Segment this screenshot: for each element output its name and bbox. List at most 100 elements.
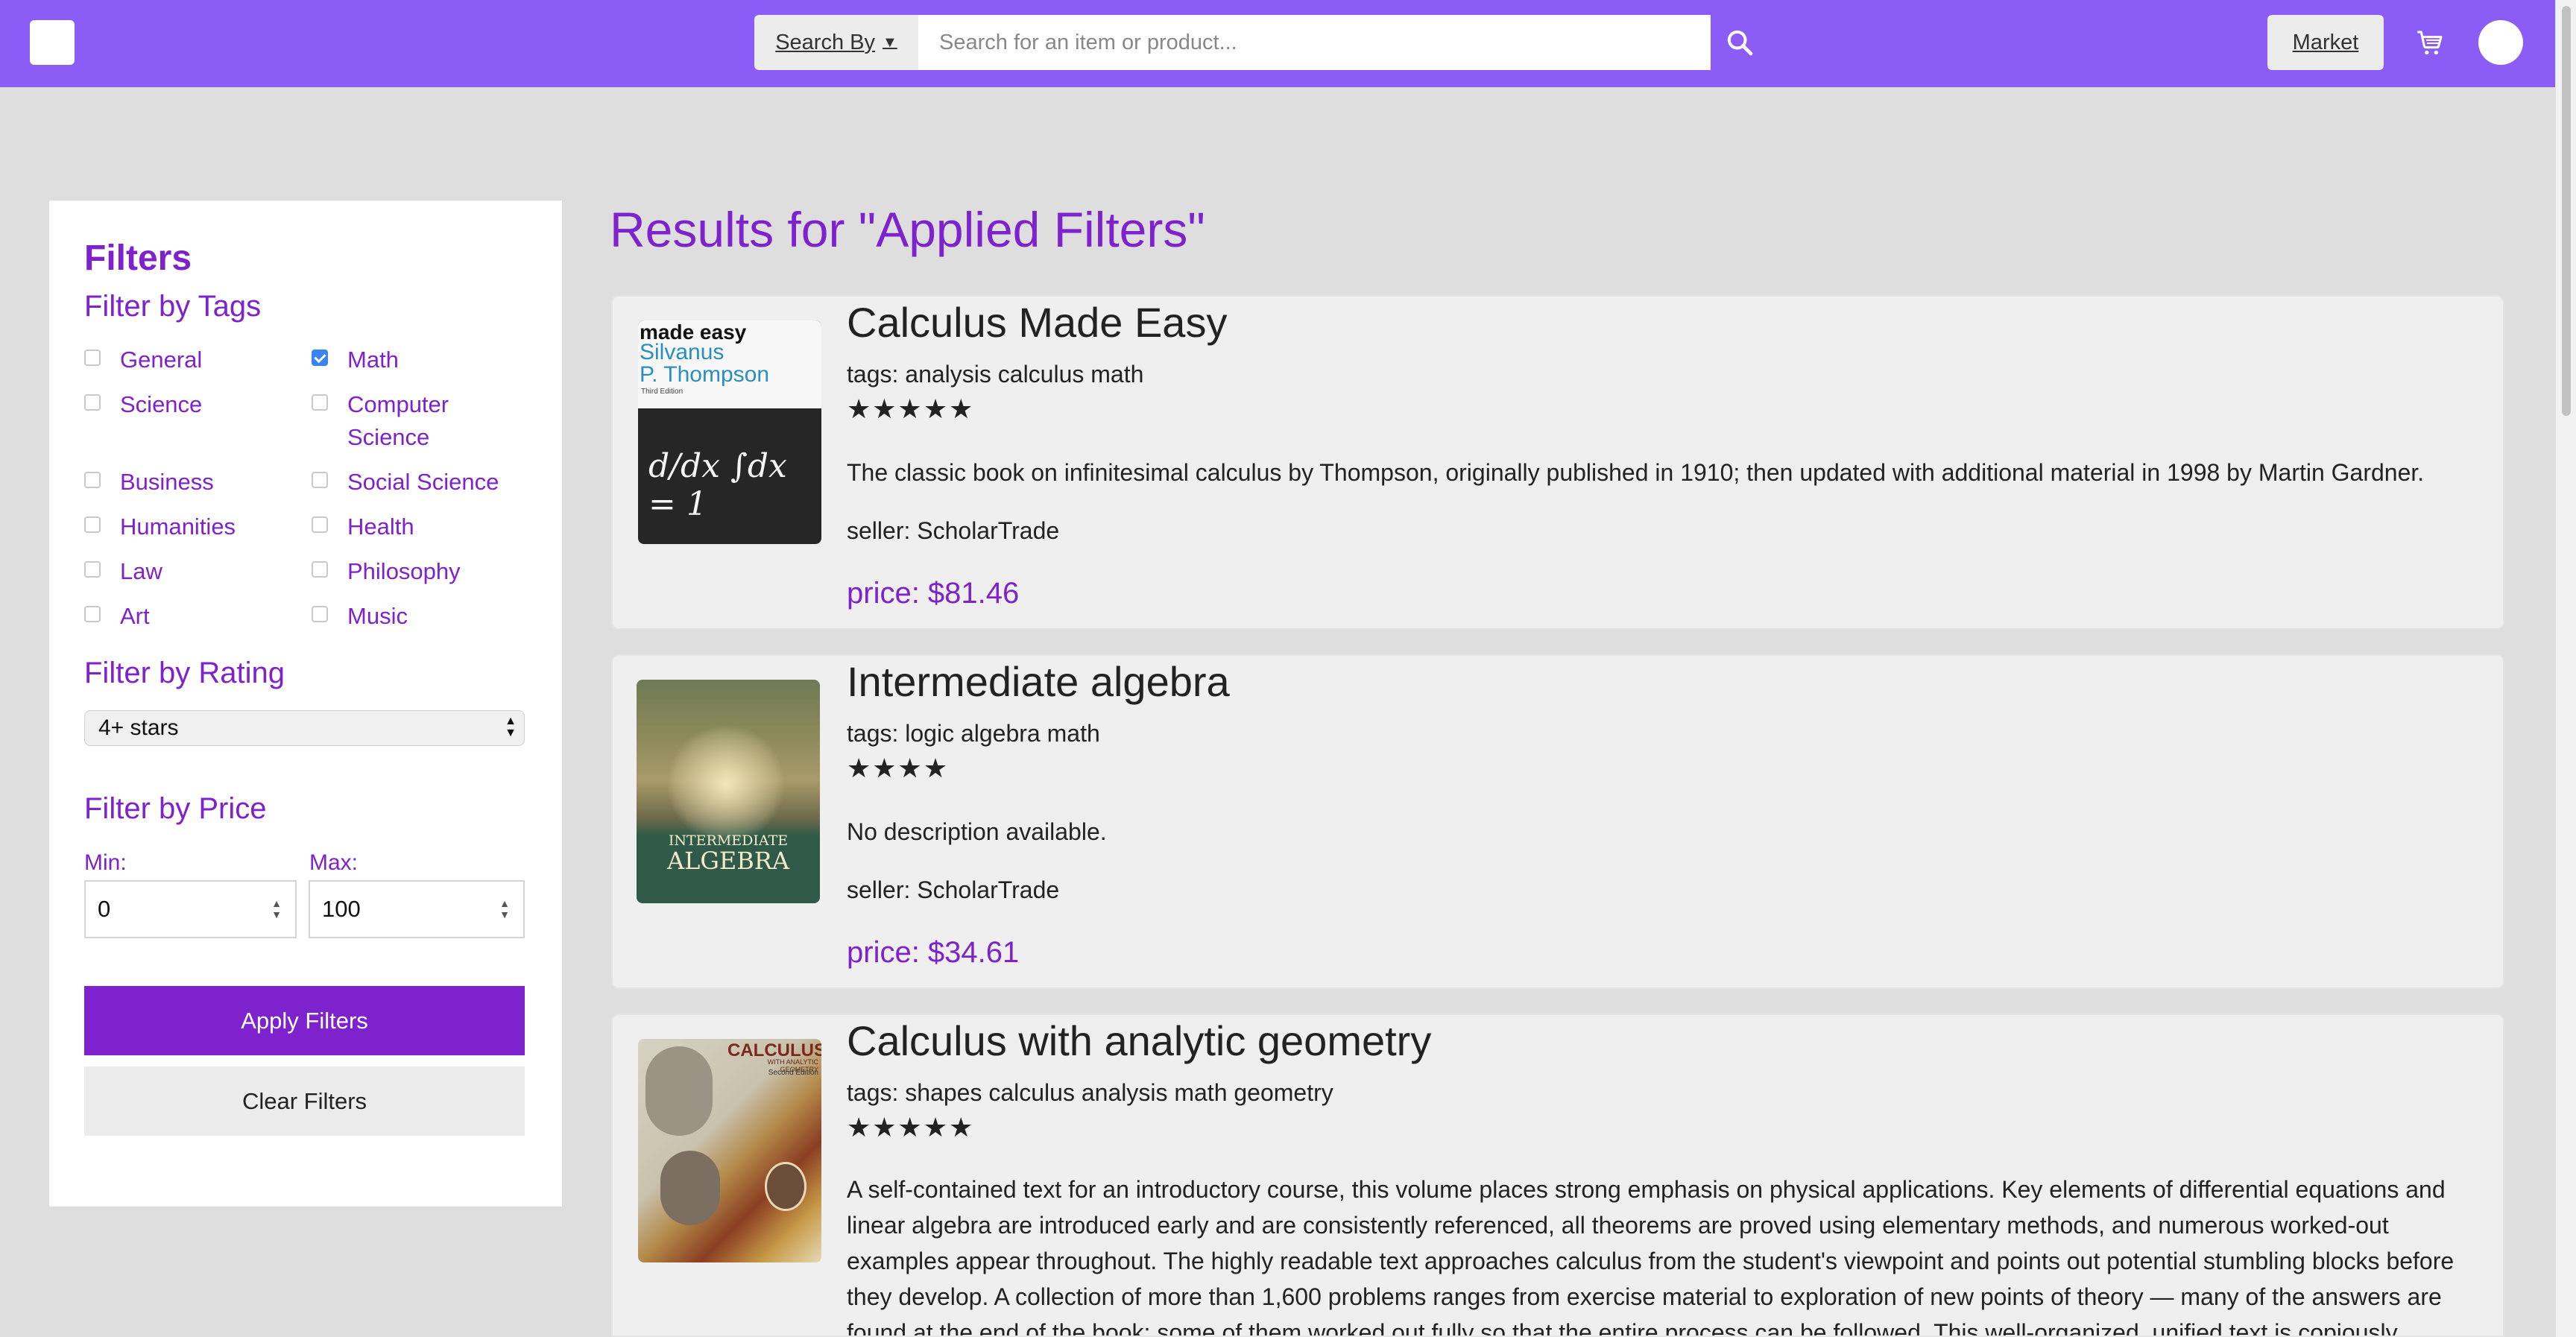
tag-social-science-checkbox[interactable]: [312, 472, 328, 488]
tag-label: Art: [120, 603, 150, 629]
tag-science-checkbox[interactable]: [84, 394, 101, 411]
max-price-value: 100: [322, 896, 361, 922]
filter-by-price-heading: Filter by Price: [84, 792, 267, 825]
product-seller: seller: ScholarTrade: [847, 517, 1060, 544]
book-cover-image[interactable]: made easy Silvanus P. Thompson Third Edi…: [638, 320, 821, 544]
results-heading: Results for "Applied Filters": [610, 202, 1205, 257]
product-tags: tags: shapes calculus analysis math geom…: [847, 1079, 1333, 1106]
search-by-dropdown[interactable]: Search By ▼: [754, 15, 918, 70]
tag-health[interactable]: Health: [312, 511, 414, 543]
cover-text: P. Thompson: [640, 362, 770, 387]
tag-label: Math: [347, 347, 399, 373]
tag-label: Music: [347, 603, 408, 629]
rating-select[interactable]: 4+ stars ▲ ▼: [84, 710, 525, 746]
rating-stars: ★★★★★: [847, 1112, 975, 1142]
user-avatar[interactable]: [2478, 20, 2523, 65]
product-tags: tags: logic algebra math: [847, 720, 1100, 747]
tag-music-checkbox[interactable]: [312, 606, 328, 622]
app-logo[interactable]: [30, 20, 75, 65]
rating-stars: ★★★★★: [847, 393, 975, 424]
tag-general-checkbox[interactable]: [84, 350, 101, 366]
caret-down-icon: ▼: [883, 34, 897, 51]
product-card[interactable]: made easy Silvanus P. Thompson Third Edi…: [611, 295, 2504, 630]
cover-text: ALGEBRA: [667, 847, 789, 875]
max-price-input[interactable]: 100 ▲ ▼: [309, 880, 525, 938]
product-title[interactable]: Calculus Made Easy: [847, 298, 1227, 347]
product-title[interactable]: Calculus with analytic geometry: [847, 1017, 1431, 1065]
product-card[interactable]: CALCULUS WITH ANALYTIC GEOMETRY Second E…: [611, 1014, 2504, 1337]
min-price-label: Min:: [84, 850, 127, 875]
tag-business-checkbox[interactable]: [84, 472, 101, 488]
tag-law-checkbox[interactable]: [84, 561, 101, 578]
search-bar: Search By ▼: [754, 15, 1769, 70]
tag-humanities-checkbox[interactable]: [84, 516, 101, 533]
tag-philosophy[interactable]: Philosophy: [312, 555, 461, 588]
tag-law[interactable]: Law: [84, 555, 162, 588]
product-card[interactable]: INTERMEDIATE ALGEBRA Intermediate algebr…: [611, 654, 2504, 989]
tag-label: General: [120, 347, 203, 373]
tag-art-checkbox[interactable]: [84, 606, 101, 622]
top-navbar: Search By ▼ Market: [0, 0, 2555, 87]
tag-computer-science[interactable]: Computer Science: [312, 388, 535, 454]
stepper-icon[interactable]: ▲ ▼: [271, 898, 282, 920]
search-by-label: Search By: [775, 30, 875, 54]
search-icon: [1727, 30, 1753, 56]
rating-select-value: 4+ stars: [98, 715, 179, 740]
tag-math-checkbox[interactable]: [312, 350, 328, 366]
tag-computer-science-checkbox[interactable]: [312, 394, 328, 411]
tag-label: Science: [120, 391, 203, 417]
product-description: A self-contained text for an introductor…: [847, 1176, 2455, 1337]
min-price-value: 0: [98, 896, 111, 922]
select-arrows-icon: ▲ ▼: [505, 715, 517, 739]
tag-social-science[interactable]: Social Science: [312, 466, 499, 499]
cover-text: Silvanus: [640, 340, 724, 364]
stepper-icon[interactable]: ▲ ▼: [499, 898, 510, 920]
cover-text: Third Edition: [641, 388, 684, 396]
search-input[interactable]: [918, 15, 1711, 70]
tag-label: Business: [120, 469, 214, 495]
clear-filters-button[interactable]: Clear Filters: [84, 1066, 525, 1136]
tag-science[interactable]: Science: [84, 388, 202, 421]
tag-math[interactable]: Math: [312, 344, 399, 376]
filters-panel: Filters Filter by Tags General Math Scie…: [49, 200, 562, 1207]
tag-label: Social Science: [347, 469, 499, 495]
shopping-cart-icon: [2417, 31, 2443, 55]
tag-health-checkbox[interactable]: [312, 516, 328, 533]
tag-business[interactable]: Business: [84, 466, 214, 499]
min-price-input[interactable]: 0 ▲ ▼: [84, 880, 297, 938]
product-description: The classic book on infinitesimal calcul…: [847, 459, 2425, 486]
book-cover-image[interactable]: CALCULUS WITH ANALYTIC GEOMETRY Second E…: [638, 1039, 821, 1262]
apply-filters-label: Apply Filters: [241, 1007, 368, 1034]
apply-filters-button[interactable]: Apply Filters: [84, 986, 525, 1055]
filter-by-rating-heading: Filter by Rating: [84, 657, 285, 689]
product-title[interactable]: Intermediate algebra: [847, 657, 1230, 706]
tag-label: Computer Science: [347, 391, 449, 450]
product-description: No description available.: [847, 818, 1107, 845]
max-price-label: Max:: [309, 850, 359, 875]
product-tags: tags: analysis calculus math: [847, 361, 1144, 388]
tag-label: Philosophy: [347, 558, 461, 584]
product-price: price: $81.46: [847, 577, 1020, 610]
tag-general[interactable]: General: [84, 344, 202, 376]
tag-music[interactable]: Music: [312, 600, 408, 633]
rating-stars: ★★★★: [847, 753, 950, 783]
market-button[interactable]: Market: [2267, 15, 2384, 70]
cover-formula: d/dx ∫dx = 1: [648, 447, 787, 523]
tag-humanities[interactable]: Humanities: [84, 511, 236, 543]
product-price: price: $34.61: [847, 936, 1020, 969]
book-cover-image[interactable]: INTERMEDIATE ALGEBRA: [637, 680, 820, 903]
cart-button[interactable]: [2412, 25, 2448, 61]
filters-title: Filters: [84, 238, 192, 278]
tag-philosophy-checkbox[interactable]: [312, 561, 328, 578]
product-seller: seller: ScholarTrade: [847, 876, 1060, 903]
filter-by-tags-heading: Filter by Tags: [84, 290, 262, 323]
page-scrollbar[interactable]: [2555, 0, 2576, 1337]
tag-label: Health: [347, 513, 414, 540]
clear-filters-label: Clear Filters: [242, 1087, 367, 1114]
tag-label: Law: [120, 558, 162, 584]
market-label: Market: [2292, 30, 2359, 54]
scrollbar-thumb[interactable]: [2562, 6, 2571, 416]
tag-art[interactable]: Art: [84, 600, 150, 633]
search-button[interactable]: [1711, 15, 1769, 70]
cover-text: Second Edition: [768, 1069, 818, 1077]
